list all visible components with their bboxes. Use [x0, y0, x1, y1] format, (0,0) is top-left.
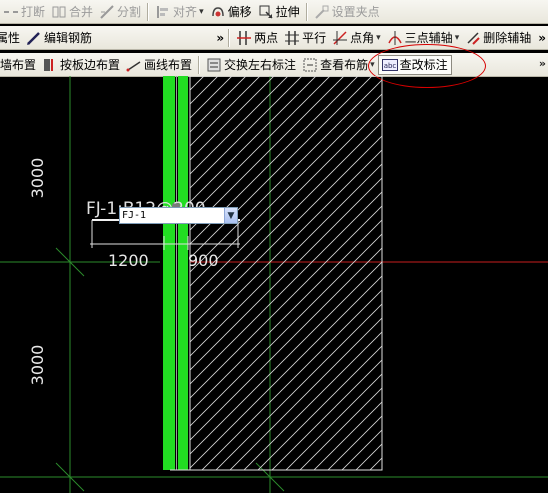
point-angle-icon [332, 30, 348, 46]
set-grip-button[interactable]: 设置夹点 [311, 2, 383, 22]
three-point-axis-label: 三点辅轴 [404, 31, 453, 45]
chevron-down-icon: ▾ [199, 6, 204, 17]
swap-label-button[interactable]: 交换左右标注 [203, 55, 299, 75]
by-wall-button[interactable]: 按墙布置 [0, 55, 39, 75]
dimension-text-top: 3000 [28, 158, 47, 199]
toolbar-separator [147, 2, 150, 21]
two-point-label: 两点 [254, 31, 279, 45]
pencil-icon [26, 30, 42, 46]
merge-button[interactable]: 合并 [48, 2, 96, 22]
dimension-text-left: 1200 [108, 251, 149, 270]
point-angle-button[interactable]: 点角 ▾ [329, 28, 384, 48]
edit-label-label: 查改标注 [399, 58, 448, 72]
by-slab-edge-label: 按板边布置 [60, 58, 121, 72]
stretch-label: 拉伸 [275, 5, 300, 19]
layout-toolbar: 按墙布置 按板边布置 画线布置 交换左右标注 查看布筋 ▾ abc 查改标注 » [0, 53, 548, 77]
delete-axis-label: 删除辅轴 [483, 31, 532, 45]
three-point-axis-button[interactable]: 三点辅轴 ▾ [384, 28, 463, 48]
abc-label-icon: abc [381, 57, 398, 73]
parallel-button[interactable]: 平行 [281, 28, 329, 48]
by-slab-edge-button[interactable]: 按板边布置 [39, 55, 123, 75]
point-angle-label: 点角 [350, 31, 375, 45]
two-point-axis-icon [236, 30, 252, 46]
edit-rebar-button[interactable]: 编辑钢筋 [23, 28, 95, 48]
draw-line-icon [126, 57, 142, 73]
delete-axis-icon [465, 30, 481, 46]
dimension-text-bottom: 3000 [28, 345, 47, 386]
svg-text:abc: abc [383, 62, 396, 70]
draw-line-button[interactable]: 画线布置 [123, 55, 195, 75]
toolbar-separator [198, 55, 201, 74]
label-edit-input[interactable] [120, 208, 224, 223]
swap-label-label: 交换左右标注 [224, 58, 297, 72]
edit-label-button[interactable]: abc 查改标注 [377, 54, 452, 75]
delete-axis-button[interactable]: 删除辅轴 [462, 28, 534, 48]
rebar-toolbar: 属性 编辑钢筋 » 两点 平行 点角 ▾ 三点辅轴 ▾ 删除辅轴 » [0, 26, 548, 50]
wall[interactable] [163, 76, 175, 470]
break-icon [3, 4, 19, 20]
split-button[interactable]: 分割 [96, 2, 144, 22]
offset-button[interactable]: 偏移 [207, 2, 255, 22]
merge-icon [51, 4, 67, 20]
edit-toolbar: 打断 合并 分割 对齐 ▾ 偏移 拉伸 设置夹点 [0, 0, 548, 24]
slab-edge-icon [42, 57, 58, 73]
toolbar-separator [305, 2, 308, 21]
dimension-text-right: 900 [188, 251, 219, 270]
overflow-chevron-icon[interactable]: » [539, 57, 546, 70]
three-point-axis-icon [387, 30, 403, 46]
chevron-down-icon: ▾ [376, 32, 381, 43]
chevron-down-icon: ▾ [370, 59, 375, 70]
set-grip-label: 设置夹点 [331, 5, 380, 19]
edit-rebar-label: 编辑钢筋 [44, 31, 93, 45]
parallel-axis-icon [284, 30, 300, 46]
break-label: 打断 [21, 5, 46, 19]
view-rebar-icon [302, 57, 318, 73]
label-edit-combobox[interactable]: ▼ [119, 207, 238, 224]
chevron-down-icon: ▾ [454, 32, 460, 43]
align-label: 对齐 [173, 5, 198, 19]
merge-label: 合并 [69, 5, 94, 19]
chevron-down-icon[interactable]: ▼ [224, 208, 237, 223]
attr-button[interactable]: 属性 [0, 28, 23, 48]
wall[interactable] [178, 76, 188, 470]
offset-label: 偏移 [227, 5, 252, 19]
two-point-button[interactable]: 两点 [233, 28, 281, 48]
view-rebar-label: 查看布筋 [320, 58, 369, 72]
split-icon [99, 4, 115, 20]
view-rebar-button[interactable]: 查看布筋 ▾ [299, 55, 378, 75]
stretch-button[interactable]: 拉伸 [255, 2, 303, 22]
toolbar-separator [228, 28, 231, 47]
offset-icon [210, 4, 226, 20]
grip-icon [314, 4, 330, 20]
attr-label: 属性 [0, 31, 21, 45]
overflow-chevron-icon[interactable]: » [95, 31, 226, 45]
split-label: 分割 [117, 5, 142, 19]
drawing-canvas[interactable]: 3000 3000 FJ-1:B12@200 1200 900 [0, 76, 548, 493]
draw-line-label: 画线布置 [144, 58, 193, 72]
stretch-icon [258, 4, 274, 20]
slab[interactable] [189, 76, 383, 471]
by-wall-label: 按墙布置 [0, 58, 37, 72]
parallel-label: 平行 [302, 31, 327, 45]
overflow-chevron-icon[interactable]: » [534, 31, 548, 45]
align-button[interactable]: 对齐 ▾ [152, 2, 207, 22]
swap-icon [206, 57, 222, 73]
align-icon [155, 4, 171, 20]
break-button[interactable]: 打断 [0, 2, 48, 22]
